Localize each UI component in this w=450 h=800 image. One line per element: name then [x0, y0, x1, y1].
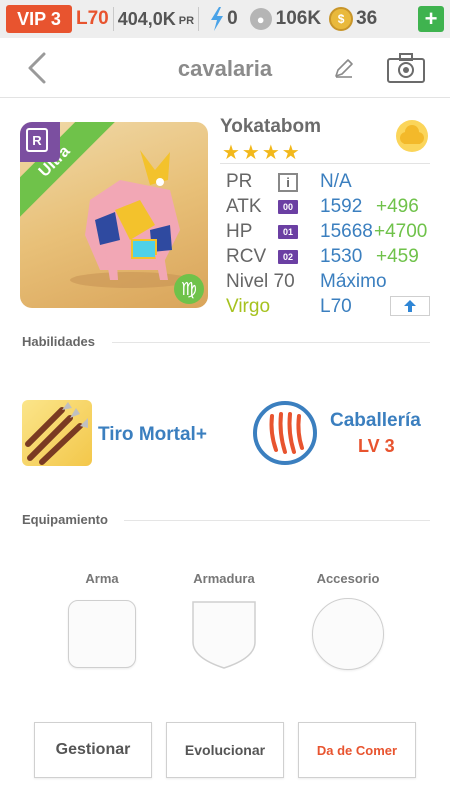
- stat-row-hp: HP 01 15668 +4700: [226, 221, 436, 245]
- stat-row-level: Nivel 70 Máximo: [226, 271, 436, 295]
- monster-illustration: [70, 150, 190, 288]
- stat-value: N/A: [320, 171, 352, 192]
- stat-value: 1530: [320, 246, 363, 267]
- rank-badge: R: [26, 128, 48, 152]
- stat-row-rcv: RCV 02 1530 +459: [226, 246, 436, 270]
- stat-label: Nivel 70: [226, 271, 295, 292]
- stat-row-pr: PR i N/A: [226, 171, 436, 195]
- stat-index-chip: 00: [278, 200, 298, 214]
- manage-button[interactable]: Gestionar: [34, 722, 152, 778]
- paw-icon: ●: [249, 8, 272, 30]
- stat-value: L70: [320, 296, 352, 317]
- lightning-icon: [211, 7, 224, 31]
- coin-value: 36: [356, 8, 378, 29]
- page-title: cavalaria: [177, 56, 273, 81]
- player-level: L70: [76, 8, 109, 29]
- feed-button[interactable]: Da de Comer: [298, 722, 416, 778]
- stat-label: HP: [226, 221, 253, 242]
- status-bar: VIP 3 L70 404,0K PR 0 ● 106K $ 36 +: [0, 0, 450, 38]
- stat-index-chip: 01: [278, 225, 298, 239]
- stat-bonus: +496: [376, 196, 419, 217]
- level-up-button[interactable]: [390, 296, 430, 316]
- star-rating: ★★★★: [222, 142, 302, 164]
- zodiac-virgo-icon: ♍: [174, 274, 204, 304]
- pencil-icon[interactable]: [332, 56, 356, 80]
- paw-value: 106K: [275, 8, 322, 29]
- leader-skill-name[interactable]: Caballería: [330, 410, 421, 432]
- coin-icon: $: [329, 7, 354, 31]
- accessory-label: Accesorio: [316, 571, 380, 586]
- divider: [220, 163, 430, 164]
- divider: [124, 520, 430, 521]
- info-icon[interactable]: i: [278, 173, 298, 192]
- monster-name: Yokatabom: [220, 116, 322, 137]
- section-title-equipment: Equipamiento: [22, 512, 108, 527]
- stat-value: 1592: [320, 196, 363, 217]
- arrows-icon: [25, 402, 88, 465]
- stat-index-chip: 02: [278, 250, 298, 264]
- arrow-up-icon: [404, 300, 416, 312]
- divider: [198, 7, 200, 31]
- active-skill-icon[interactable]: [22, 400, 92, 466]
- add-currency-button[interactable]: +: [418, 6, 444, 32]
- cloud-element-icon: [396, 120, 428, 152]
- weapon-slot[interactable]: [68, 600, 136, 668]
- divider: [112, 342, 430, 343]
- stat-bonus: +459: [376, 246, 419, 267]
- stat-bonus: +4700: [374, 221, 428, 242]
- evolve-button[interactable]: Evolucionar: [166, 722, 284, 778]
- power-rating-value: 404,0K: [117, 8, 176, 29]
- stat-label: RCV: [226, 246, 267, 267]
- stat-label: PR: [226, 171, 253, 192]
- vip-badge[interactable]: VIP 3: [6, 5, 72, 33]
- leader-skill-level: LV 3: [358, 436, 395, 456]
- section-title-skills: Habilidades: [22, 334, 95, 349]
- armor-slot[interactable]: [191, 598, 257, 670]
- divider: [112, 7, 114, 31]
- camera-icon[interactable]: [386, 52, 426, 84]
- armor-label: Armadura: [193, 571, 255, 586]
- stat-row-atk: ATK 00 1592 +496: [226, 196, 436, 220]
- claw-mark-icon[interactable]: [252, 400, 318, 466]
- zodiac-label: Virgo: [226, 296, 271, 317]
- stat-value: 15668: [320, 221, 373, 242]
- stat-label: ATK: [226, 196, 262, 217]
- power-rating-tag: PR: [178, 15, 195, 27]
- active-skill-name[interactable]: Tiro Mortal+: [98, 424, 207, 446]
- page-header: cavalaria: [0, 38, 450, 98]
- weapon-label: Arma: [85, 571, 119, 586]
- monster-portrait[interactable]: Ultra R ♍: [20, 122, 208, 308]
- accessory-slot[interactable]: [312, 598, 384, 670]
- stat-value: Máximo: [320, 271, 387, 292]
- energy-value: 0: [227, 8, 238, 29]
